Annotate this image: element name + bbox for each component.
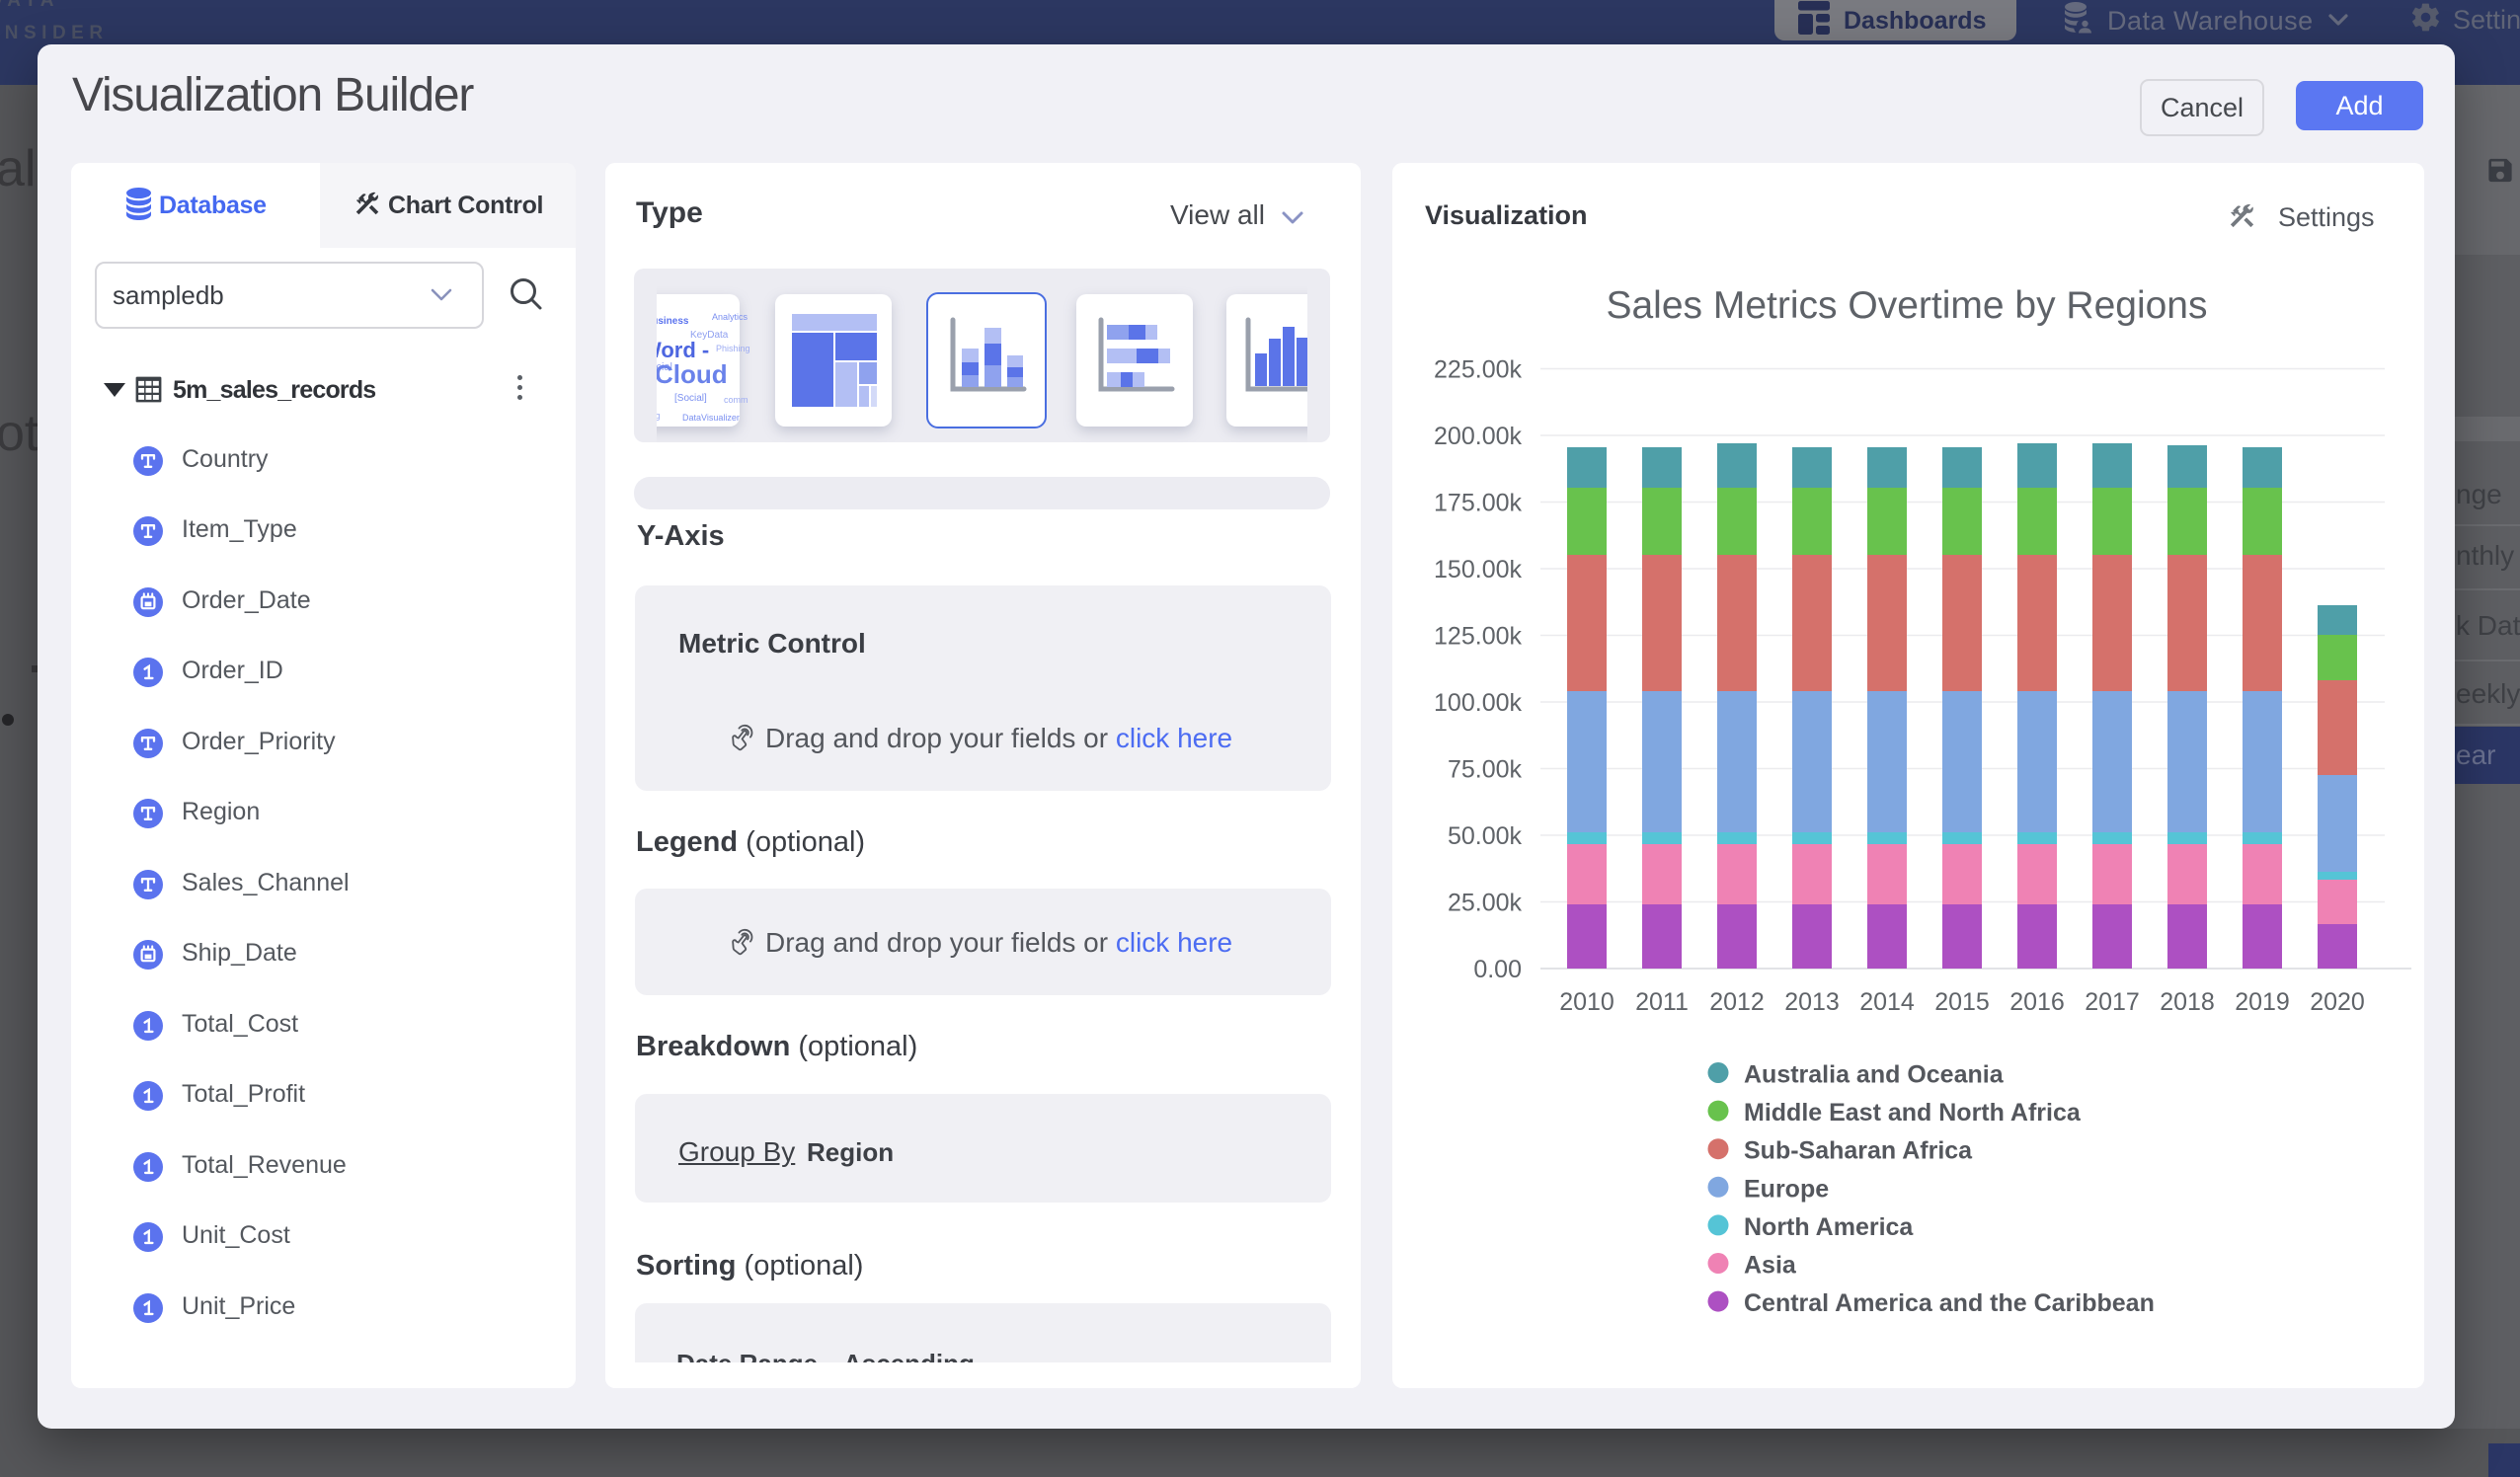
svg-text:Australia and Oceania: Australia and Oceania — [1744, 1061, 2005, 1089]
svg-text:0.00: 0.00 — [1473, 956, 1522, 983]
svg-text:200.00k: 200.00k — [1434, 423, 1522, 450]
svg-text:2010: 2010 — [1559, 988, 1614, 1016]
svg-text:Central America and the Caribb: Central America and the Caribbean — [1744, 1289, 2155, 1317]
svg-text:25.00k: 25.00k — [1448, 890, 1523, 917]
svg-text:Middle East and North Africa: Middle East and North Africa — [1744, 1099, 2082, 1127]
svg-text:150.00k: 150.00k — [1434, 556, 1522, 583]
svg-text:175.00k: 175.00k — [1434, 490, 1522, 517]
svg-text:2013: 2013 — [1784, 988, 1840, 1016]
svg-text:125.00k: 125.00k — [1434, 623, 1522, 651]
svg-text:2012: 2012 — [1709, 988, 1765, 1016]
svg-text:100.00k: 100.00k — [1434, 689, 1522, 717]
svg-text:Europe: Europe — [1744, 1175, 1829, 1203]
svg-text:2017: 2017 — [2085, 988, 2140, 1016]
svg-text:Asia: Asia — [1744, 1252, 1797, 1280]
svg-text:North America: North America — [1744, 1213, 1914, 1241]
svg-text:2019: 2019 — [2235, 988, 2290, 1016]
svg-text:225.00k: 225.00k — [1434, 356, 1522, 384]
svg-text:50.00k: 50.00k — [1448, 822, 1523, 850]
svg-text:Sub-Saharan Africa: Sub-Saharan Africa — [1744, 1137, 1973, 1165]
svg-text:Sales Metrics Overtime by Regi: Sales Metrics Overtime by Regions — [1606, 284, 2207, 327]
svg-text:2011: 2011 — [1635, 988, 1689, 1016]
svg-text:75.00k: 75.00k — [1448, 756, 1523, 784]
svg-text:2015: 2015 — [1934, 988, 1990, 1016]
svg-text:2016: 2016 — [2009, 988, 2065, 1016]
svg-text:2018: 2018 — [2160, 988, 2215, 1016]
svg-text:2014: 2014 — [1859, 988, 1915, 1016]
svg-text:2020: 2020 — [2310, 988, 2365, 1016]
